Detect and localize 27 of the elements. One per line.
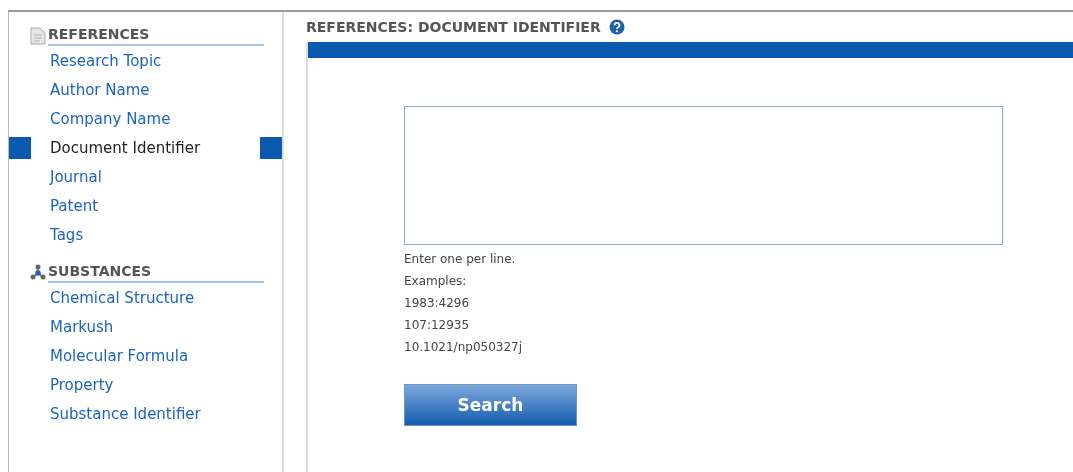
example-text: 107:12935: [404, 317, 470, 334]
help-icon[interactable]: [608, 19, 625, 35]
sidebar-item[interactable]: Markush: [31, 317, 260, 336]
sidebar-item[interactable]: Property: [31, 375, 260, 394]
selection-marker: [260, 136, 282, 159]
sidebar-item[interactable]: Molecular Formula: [31, 346, 260, 365]
sidebar-item[interactable]: Chemical Structure: [31, 288, 260, 307]
example-text: 1983:4296: [404, 295, 470, 312]
section-heading: SUBSTANCES: [48, 263, 264, 283]
document-icon: [30, 27, 46, 45]
molecule-icon: [30, 264, 46, 282]
section-heading: REFERENCES: [48, 26, 264, 46]
sidebar-item[interactable]: Tags: [31, 225, 260, 244]
sidebar-item[interactable]: Author Name: [31, 80, 260, 99]
sidebar-item[interactable]: Research Topic: [31, 51, 260, 70]
page-title: REFERENCES: DOCUMENT IDENTIFIER: [306, 19, 601, 35]
examples-label: Examples:: [404, 273, 467, 290]
sidebar-item[interactable]: Company Name: [31, 109, 260, 128]
example-text: 10.1021/np050327j: [404, 339, 523, 356]
sidebar-item[interactable]: Document Identifier: [31, 138, 260, 157]
sidebar-item[interactable]: Substance Identifier: [31, 404, 260, 423]
sidebar-item[interactable]: Patent: [31, 196, 260, 215]
selection-marker: [9, 136, 31, 159]
sidebar-item[interactable]: Journal: [31, 167, 260, 186]
search-button[interactable]: Search: [404, 384, 577, 426]
hint-text: Enter one per line.: [404, 251, 516, 268]
identifier-field[interactable]: [404, 106, 1003, 245]
